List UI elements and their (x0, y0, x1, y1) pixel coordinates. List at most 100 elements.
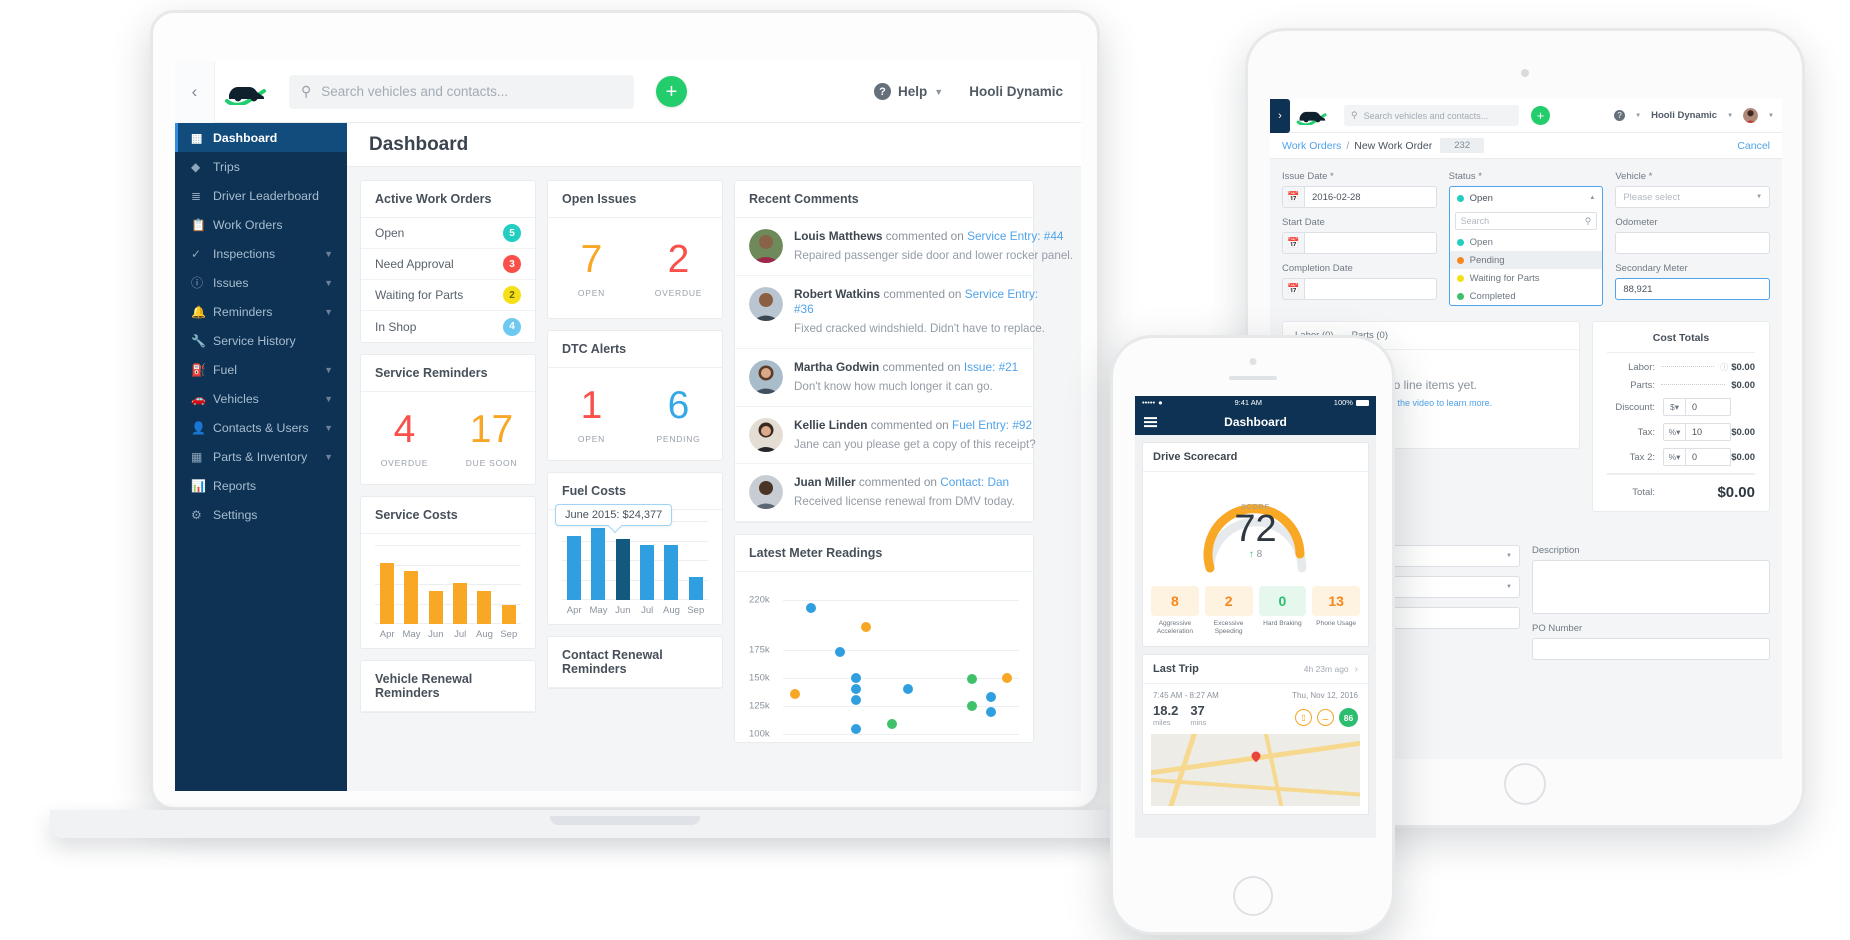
stat-overdue[interactable]: 2 OVERDUE (635, 240, 722, 298)
comment-link[interactable]: Contact: Dan (940, 475, 1009, 489)
list-item[interactable]: Martha Godwin commented on Issue: #21 Do… (735, 349, 1033, 407)
last-trip-card[interactable]: Last Trip 4h 23m ago › 7:45 AM - 8:27 AM… (1142, 654, 1369, 816)
sidebar-item-parts-inventory[interactable]: ▦ Parts & Inventory ▼ (175, 442, 347, 471)
status-dropdown[interactable]: Open ▲ Search ⚲ Open Pending Waiting for… (1448, 186, 1604, 306)
issue-date-field[interactable]: 📅 2016-02-28 (1282, 186, 1437, 208)
discount-value[interactable]: 0 (1686, 399, 1730, 415)
comment-link[interactable]: Service Entry: #44 (967, 229, 1063, 243)
info-icon[interactable]: ⓘ (1720, 362, 1728, 373)
bar-column[interactable] (684, 522, 708, 600)
bar-column[interactable] (562, 522, 586, 600)
metric-hard-braking[interactable]: 0 Hard Braking (1258, 586, 1307, 636)
sidebar-item-issues[interactable]: ⓘ Issues ▼ (175, 268, 347, 297)
comment-link[interactable]: Fuel Entry: #92 (952, 418, 1032, 432)
sidebar-item-reminders[interactable]: 🔔 Reminders ▼ (175, 297, 347, 326)
metric-phone-usage[interactable]: 13 Phone Usage (1312, 586, 1360, 636)
status-option-pending[interactable]: Pending (1449, 251, 1603, 269)
account-menu[interactable]: Hooli Dynamic (969, 84, 1063, 99)
status-option-completed[interactable]: Completed (1450, 287, 1603, 305)
secondary-meter-input[interactable]: 88,921 (1615, 278, 1771, 300)
vehicle-select[interactable]: Please select ▼ (1615, 186, 1771, 208)
breadcrumb-work-orders[interactable]: Work Orders (1282, 140, 1341, 152)
phone-home-button[interactable] (1232, 876, 1273, 916)
status-option-open[interactable]: Open (1450, 233, 1603, 251)
sidebar-item-fuel[interactable]: ⛽ Fuel ▼ (175, 355, 347, 384)
stat-open[interactable]: 1 OPEN (548, 386, 635, 444)
trip-map[interactable] (1151, 734, 1360, 807)
tax2-input-group[interactable]: % ▾ 0 (1663, 448, 1731, 466)
tablet-home-button[interactable] (1504, 763, 1546, 805)
scatter-point[interactable] (1002, 673, 1013, 684)
search-input[interactable]: ⚲ Search vehicles and contacts... (1344, 105, 1519, 126)
scatter-point[interactable] (789, 688, 800, 699)
scatter-point[interactable] (834, 646, 845, 657)
add-button[interactable]: + (1531, 106, 1550, 125)
scatter-point[interactable] (985, 706, 996, 717)
sidebar-item-inspections[interactable]: ✓ Inspections ▼ (175, 239, 347, 268)
avatar[interactable] (1743, 108, 1759, 123)
add-button[interactable]: + (656, 76, 687, 107)
list-item[interactable]: Louis Matthews commented on Service Entr… (735, 218, 1073, 276)
list-item[interactable]: Juan Miller commented on Contact: Dan Re… (735, 464, 1033, 522)
sidebar-item-contacts-users[interactable]: 👤 Contacts & Users ▼ (175, 413, 347, 442)
fleetio-car-logo[interactable] (1290, 106, 1334, 125)
work-order-row-open[interactable]: Open 5 (361, 218, 535, 249)
work-order-row-waiting-for-parts[interactable]: Waiting for Parts 2 (361, 280, 535, 311)
list-item[interactable]: Robert Watkins commented on Service Entr… (735, 276, 1045, 350)
stat-due-soon[interactable]: 17 DUE SOON (448, 410, 535, 468)
stat-overdue[interactable]: 4 OVERDUE (361, 410, 448, 468)
bar-column[interactable] (659, 522, 683, 600)
scatter-point[interactable] (851, 673, 862, 684)
chevron-right-icon[interactable]: › (1270, 99, 1290, 133)
sidebar-item-driver-leaderboard[interactable]: ≣ Driver Leaderboard (175, 181, 347, 210)
metric-excessive-speeding[interactable]: 2 Excessive Speeding (1204, 586, 1253, 636)
account-label[interactable]: Hooli Dynamic (1651, 110, 1717, 121)
cancel-button[interactable]: Cancel (1737, 140, 1770, 152)
odometer-input[interactable] (1615, 232, 1771, 254)
metric-aggressive-acceleration[interactable]: 8 Aggressive Acceleration (1151, 586, 1199, 636)
chevron-left-icon[interactable]: ‹ (175, 61, 215, 123)
bar-column[interactable] (497, 546, 521, 624)
bar-column[interactable] (611, 522, 635, 600)
bar-column[interactable] (586, 522, 610, 600)
scatter-point[interactable] (886, 718, 897, 729)
comment-link[interactable]: Issue: #21 (964, 360, 1018, 374)
status-selected[interactable]: Open ▲ (1450, 187, 1603, 209)
scatter-point[interactable] (860, 622, 871, 633)
help-menu[interactable]: ? Help ▼ (874, 83, 943, 100)
sidebar-item-vehicles[interactable]: 🚗 Vehicles ▼ (175, 384, 347, 413)
scatter-point[interactable] (806, 603, 817, 614)
stat-open[interactable]: 7 OPEN (548, 240, 635, 298)
description-textarea[interactable] (1532, 560, 1770, 614)
work-order-row-in-shop[interactable]: In Shop 4 (361, 311, 535, 342)
tax2-unit-select[interactable]: % ▾ (1664, 449, 1686, 465)
status-option-waiting-for-parts[interactable]: Waiting for Parts (1450, 269, 1603, 287)
scatter-point[interactable] (966, 674, 977, 685)
bar-column[interactable] (635, 522, 659, 600)
tax-value[interactable]: 10 (1686, 424, 1730, 440)
tax2-value[interactable]: 0 (1686, 449, 1730, 465)
fleetio-car-logo[interactable] (215, 79, 277, 105)
work-order-row-need-approval[interactable]: Need Approval 3 (361, 249, 535, 280)
scatter-point[interactable] (851, 695, 862, 706)
search-input[interactable]: ⚲ Search vehicles and contacts... (289, 74, 634, 109)
start-date-field[interactable]: 📅 (1282, 232, 1437, 254)
help-circle-icon[interactable]: ? (1614, 110, 1626, 121)
tax-input-group[interactable]: % ▾ 10 (1663, 423, 1731, 441)
sidebar-item-work-orders[interactable]: 📋 Work Orders (175, 210, 347, 239)
completion-date-field[interactable]: 📅 (1282, 278, 1437, 300)
bar-column[interactable] (399, 546, 423, 624)
bar-column[interactable] (375, 546, 399, 624)
discount-unit-select[interactable]: $ ▾ (1664, 399, 1686, 415)
bar-column[interactable] (424, 546, 448, 624)
tax-unit-select[interactable]: % ▾ (1664, 424, 1686, 440)
scatter-point[interactable] (966, 700, 977, 711)
sidebar-item-settings[interactable]: ⚙ Settings (175, 500, 347, 529)
scatter-point[interactable] (851, 724, 862, 735)
bar-column[interactable] (472, 546, 496, 624)
po-number-input[interactable] (1532, 638, 1770, 660)
discount-input-group[interactable]: $ ▾ 0 (1663, 398, 1731, 416)
list-item[interactable]: Kellie Linden commented on Fuel Entry: #… (735, 407, 1036, 465)
scatter-point[interactable] (903, 684, 914, 695)
bar-column[interactable] (448, 546, 472, 624)
